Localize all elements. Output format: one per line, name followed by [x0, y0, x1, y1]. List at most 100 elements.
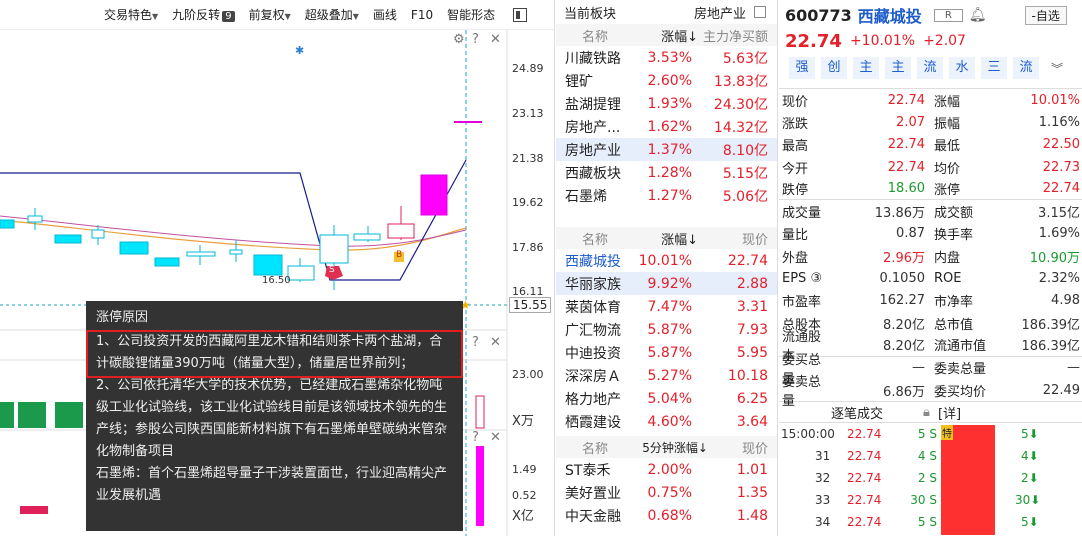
- list-item[interactable]: 西藏城投 10.01% 22.74: [556, 249, 777, 272]
- candles: [0, 121, 482, 290]
- value: 1.69%: [1038, 226, 1080, 242]
- label: 跌停: [782, 183, 809, 199]
- change-amount: +2.07: [923, 33, 966, 49]
- list-item[interactable]: 栖霞建设 4.60% 3.64: [556, 410, 777, 433]
- quote-row: 跌停 18.60 涨停 22.74: [779, 178, 1082, 201]
- value: 8.20亿: [883, 317, 925, 333]
- tick-vol: 2 S: [917, 471, 937, 486]
- ticks-detail-link[interactable]: [详]: [938, 403, 961, 422]
- quote-table: 现价 22.74 涨幅 10.01% 涨跌 2.07 振幅 1.16% 最高 22.74 最低 2…: [779, 88, 1082, 409]
- label[interactable]: EPS ③: [779, 271, 831, 286]
- value: 22.74: [887, 92, 925, 108]
- list-item[interactable]: 中迪投资 5.87% 5.95: [556, 341, 777, 364]
- board-pct: 1.93%: [647, 95, 692, 112]
- col-price: 现价: [741, 232, 768, 248]
- list-item[interactable]: 房地产... 1.62% 14.32亿: [556, 115, 777, 138]
- close-icon[interactable]: ✕: [490, 335, 501, 350]
- smart-pattern-button[interactable]: 智能形态: [447, 6, 495, 23]
- label: 成交量: [782, 206, 822, 222]
- value: 22.50: [1042, 137, 1080, 153]
- sector-header: 当前板块 房地产业: [556, 0, 777, 24]
- tick-row: 31 22.74 4 S 4 ⬇: [779, 445, 1082, 467]
- adjust-menu[interactable]: 前复权▼: [249, 6, 291, 23]
- tag-chuang[interactable]: 创: [821, 57, 847, 79]
- stock-price: 3.64: [736, 413, 768, 430]
- list-item[interactable]: 美好置业 0.75% 1.35: [556, 481, 777, 504]
- panel-toggle-icon[interactable]: [513, 7, 528, 22]
- tag-flow[interactable]: 流: [917, 57, 943, 79]
- stock-name: 中迪投资: [565, 345, 621, 362]
- value: 2.32%: [1038, 271, 1080, 287]
- list-item[interactable]: 格力地产 5.04% 6.25: [556, 387, 777, 410]
- list-item-selected[interactable]: 华丽家族 9.92% 2.88: [556, 272, 777, 295]
- col-pct[interactable]: 涨幅↓: [634, 26, 702, 45]
- f10-button[interactable]: F10: [411, 8, 433, 22]
- board-pct: 2.60%: [647, 72, 692, 89]
- stock-pct: 5.04%: [647, 390, 692, 407]
- list-item[interactable]: 盐湖提锂 1.93% 24.30亿: [556, 92, 777, 115]
- amount-unit: X亿: [512, 509, 534, 524]
- nine-reversal-menu[interactable]: 九阶反转 9: [172, 6, 235, 23]
- fast-list: ST泰禾 2.00% 1.01 美好置业 0.75% 1.35 中天金融 0.68% 1.4…: [556, 458, 777, 527]
- tag-water[interactable]: 水: [949, 57, 975, 79]
- value: 0.1050: [879, 271, 926, 287]
- draw-line-button[interactable]: 画线: [373, 6, 397, 23]
- value: 1.16%: [1038, 114, 1080, 130]
- chart-toolbar: 交易特色▼ 九阶反转 9 前复权▼ 超级叠加▼ 画线 F10 智能形态: [0, 0, 554, 30]
- tick-price: 22.74: [847, 493, 882, 508]
- tick-time: 33: [815, 493, 831, 508]
- special-badge: 特: [941, 425, 953, 441]
- tag-strong[interactable]: 强: [789, 57, 815, 79]
- stock-name: 美好置业: [565, 485, 621, 502]
- value: 18.60: [887, 181, 925, 197]
- quote-row: 成交量 13.86万 成交额 3.15亿: [779, 200, 1082, 222]
- axis-tick: 23.00: [512, 368, 544, 381]
- sector-panel: 当前板块 房地产业 名称 涨幅↓ 主力净买额 川藏铁路 3.53% 5.63亿 锂矿 2.…: [556, 0, 778, 536]
- list-item[interactable]: 深深房Ａ 5.27% 10.18: [556, 364, 777, 387]
- list-item[interactable]: 锂矿 2.60% 13.83亿: [556, 69, 777, 92]
- list-item[interactable]: 西藏板块 1.28% 5.15亿: [556, 161, 777, 184]
- tag-main[interactable]: 主: [885, 57, 911, 79]
- overlay-menu[interactable]: 超级叠加▼: [305, 6, 359, 23]
- trade-feature-menu[interactable]: 交易特色▼: [104, 6, 158, 23]
- close-icon[interactable]: ✕: [490, 32, 501, 47]
- tag-flow[interactable]: 流: [1013, 57, 1039, 79]
- help-icon[interactable]: ?: [472, 32, 479, 47]
- col-5min[interactable]: 5分钟涨幅↓: [634, 439, 712, 456]
- board-name: 川藏铁路: [565, 50, 621, 67]
- bell-icon[interactable]: 🔔︎: [969, 7, 987, 23]
- list-item-selected[interactable]: 房地产业 1.37% 8.10亿: [556, 138, 777, 161]
- help-icon[interactable]: ?: [472, 335, 479, 350]
- tag-three[interactable]: 三: [981, 57, 1007, 79]
- label: 今开: [782, 161, 809, 177]
- board-net: 13.83亿: [713, 73, 768, 90]
- close-icon[interactable]: ✕: [490, 430, 501, 445]
- stock-price: 10.18: [727, 367, 768, 384]
- stock-header: 600773 西藏城投 R 🔔︎ -自选: [779, 0, 1082, 30]
- col-net[interactable]: 主力净买额: [702, 26, 776, 45]
- boards-list: 川藏铁路 3.53% 5.63亿 锂矿 2.60% 13.83亿 盐湖提锂 1.93% 24…: [556, 46, 777, 207]
- list-item[interactable]: 川藏铁路 3.53% 5.63亿: [556, 46, 777, 69]
- help-icon[interactable]: ?: [472, 430, 479, 445]
- label: 委卖总量: [782, 375, 822, 410]
- list-item[interactable]: 石墨烯 1.27% 5.06亿: [556, 184, 777, 207]
- list-item[interactable]: ST泰禾 2.00% 1.01: [556, 458, 777, 481]
- last-price: 22.74: [785, 30, 842, 52]
- board-net: 5.15亿: [722, 165, 768, 182]
- list-item[interactable]: 中天金融 0.68% 1.48: [556, 504, 777, 527]
- label: 换手率: [934, 228, 974, 244]
- list-item[interactable]: 广汇物流 5.87% 7.93: [556, 318, 777, 341]
- add-watchlist-button[interactable]: -自选: [1024, 5, 1067, 25]
- value: 22.74: [887, 159, 925, 175]
- col-pct[interactable]: 涨幅↓: [634, 229, 702, 248]
- panel-toggle-icon[interactable]: [754, 6, 766, 18]
- tag-main[interactable]: 主: [853, 57, 879, 79]
- expand-icon[interactable]: ︾: [1051, 60, 1063, 77]
- list-item[interactable]: 莱茵体育 7.47% 3.31: [556, 295, 777, 318]
- stock-price: 1.35: [736, 484, 768, 501]
- current-sector: 房地产业: [694, 6, 747, 22]
- kline-chart-panel[interactable]: 交易特色▼ 九阶反转 9 前复权▼ 超级叠加▼ 画线 F10 智能形态 ✱ 16…: [0, 0, 555, 536]
- menu-label: 前复权: [248, 8, 285, 22]
- settings-icon[interactable]: ⚙: [453, 32, 465, 47]
- board-name: 房地产业: [565, 142, 621, 159]
